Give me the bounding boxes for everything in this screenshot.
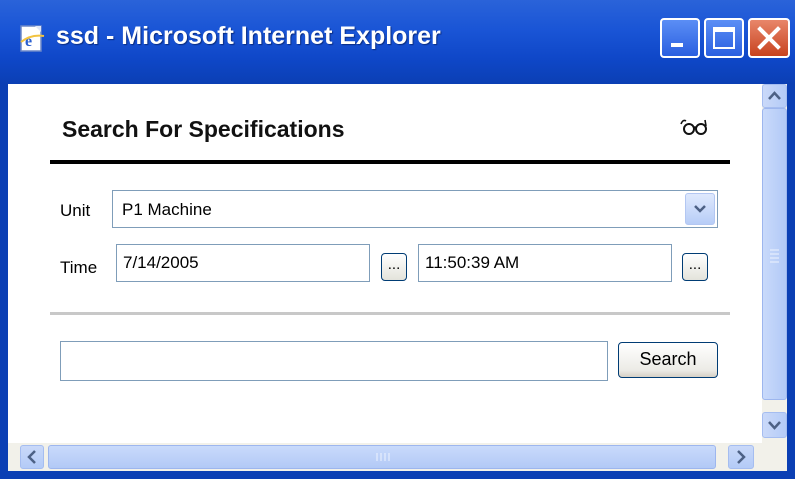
scroll-up-button[interactable]	[762, 84, 787, 108]
vertical-scrollbar[interactable]	[762, 84, 787, 443]
ie-page-icon[interactable]: e	[18, 24, 46, 54]
search-button[interactable]: Search	[618, 342, 718, 378]
date-picker-button[interactable]: ...	[381, 253, 407, 281]
horizontal-scroll-thumb[interactable]	[48, 445, 716, 469]
window-frame-left	[0, 84, 8, 479]
vertical-scroll-thumb[interactable]	[762, 108, 787, 400]
glasses-icon	[678, 114, 712, 140]
browser-window: e ssd - Microsoft Internet Explorer Sear…	[0, 0, 795, 479]
horizontal-scrollbar[interactable]	[8, 443, 762, 471]
chevron-up-icon	[768, 91, 781, 100]
title-bar[interactable]: e ssd - Microsoft Internet Explorer	[0, 0, 795, 84]
time-picker-button[interactable]: ...	[682, 253, 708, 281]
scroll-down-button[interactable]	[762, 412, 787, 438]
search-input[interactable]	[60, 341, 608, 381]
window-title: ssd - Microsoft Internet Explorer	[56, 22, 441, 50]
chevron-left-icon	[27, 450, 36, 464]
window-frame-bottom	[0, 471, 795, 479]
minimize-button[interactable]	[660, 18, 700, 58]
unit-select-value: P1 Machine	[122, 200, 212, 219]
maximize-button[interactable]	[704, 18, 744, 58]
chevron-right-icon	[737, 450, 746, 464]
unit-label: Unit	[60, 201, 91, 220]
svg-text:e: e	[25, 33, 32, 50]
chevron-down-icon	[768, 421, 781, 430]
grip-icon	[376, 453, 390, 461]
scrollbar-corner	[762, 443, 787, 471]
date-field[interactable]	[116, 244, 370, 282]
chevron-down-icon[interactable]	[685, 193, 715, 225]
window-frame-right	[787, 84, 795, 479]
grip-icon	[770, 249, 779, 263]
minimize-icon	[671, 43, 683, 47]
form-divider	[50, 312, 730, 315]
unit-select[interactable]: P1 Machine	[112, 190, 718, 228]
page-title: Search For Specifications	[62, 116, 345, 142]
time-label: Time	[60, 258, 98, 277]
close-button[interactable]	[748, 18, 790, 58]
scroll-right-button[interactable]	[728, 445, 754, 469]
scroll-left-button[interactable]	[20, 445, 44, 469]
close-icon	[757, 26, 781, 50]
maximize-icon	[713, 27, 735, 49]
title-divider	[50, 160, 730, 164]
time-field[interactable]	[418, 244, 672, 282]
